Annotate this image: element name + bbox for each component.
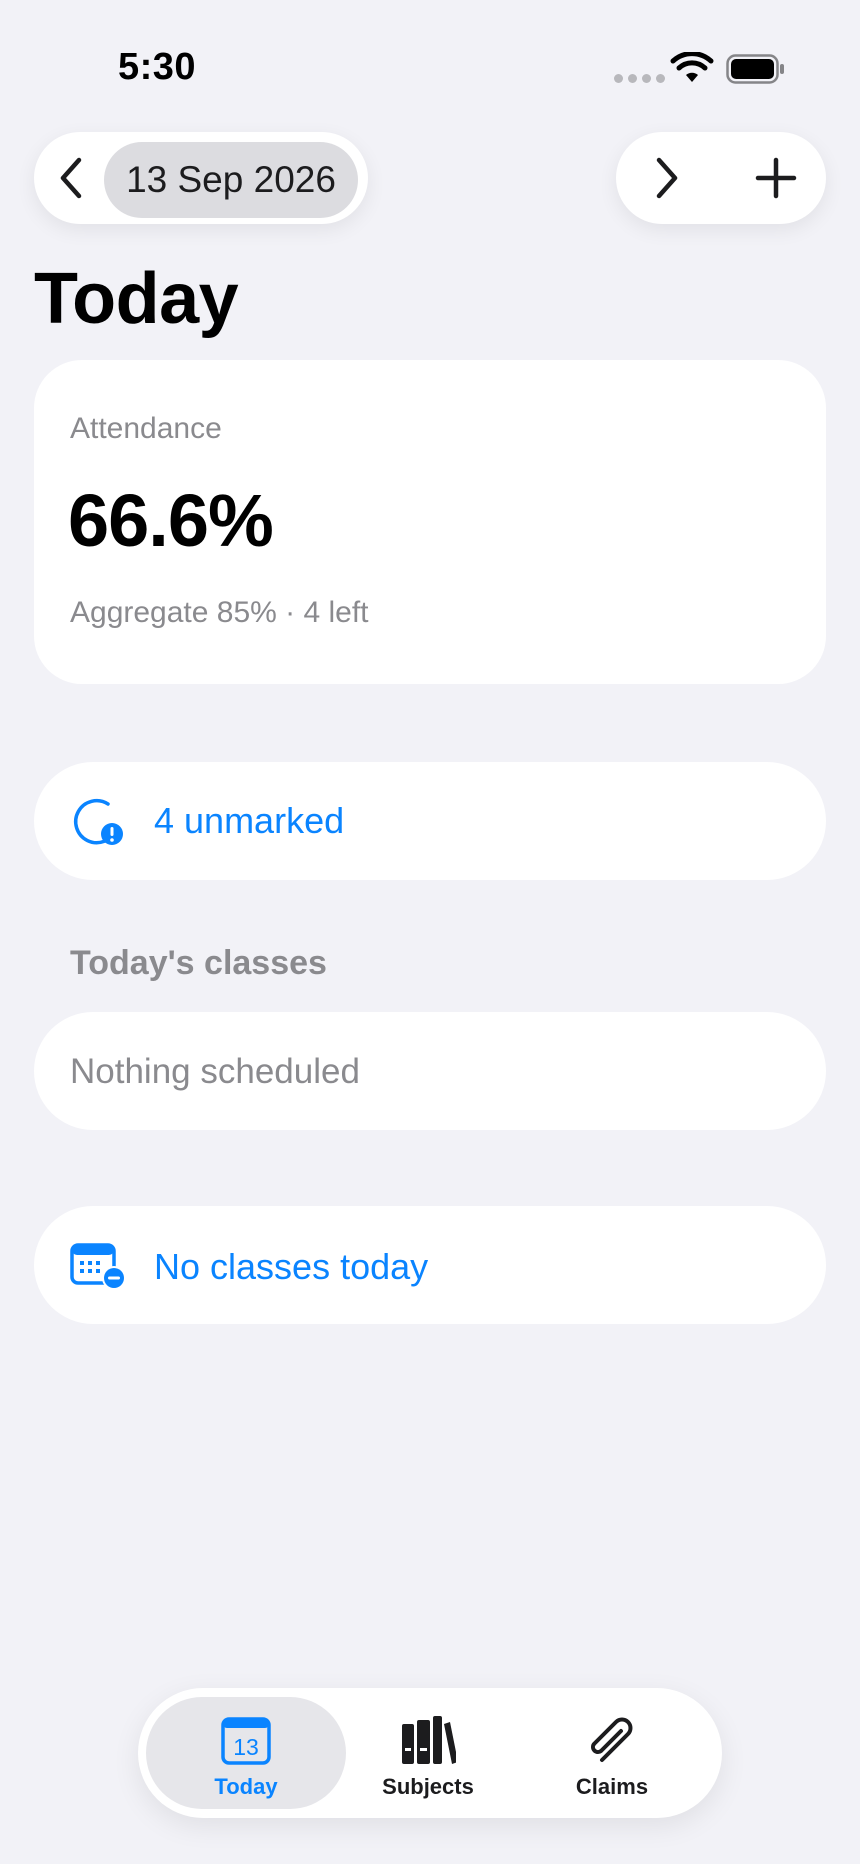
clock-badge-exclamation-icon bbox=[73, 798, 123, 845]
tab-claims[interactable]: Claims bbox=[522, 1700, 702, 1810]
books-icon bbox=[402, 1716, 456, 1764]
plus-icon bbox=[755, 157, 797, 199]
tab-today-label: Today bbox=[214, 1774, 278, 1799]
page-title: Today bbox=[34, 259, 239, 339]
attendance-aggregate-summary: Aggregate 85% · 4 left bbox=[70, 596, 369, 629]
status-time: 5:30 bbox=[118, 46, 197, 88]
unmarked-classes-button[interactable] bbox=[34, 762, 826, 880]
tab-subjects-label: Subjects bbox=[382, 1774, 474, 1799]
wifi-icon bbox=[670, 52, 714, 82]
calendar-13-icon: 13 bbox=[221, 1717, 271, 1765]
tab-subjects[interactable]: Subjects bbox=[338, 1700, 518, 1810]
todays-classes-header: Today's classes bbox=[70, 944, 327, 982]
next-day-button[interactable] bbox=[634, 146, 698, 210]
calendar-day-number: 13 bbox=[233, 1734, 259, 1760]
chevron-right-icon bbox=[656, 157, 678, 199]
no-classes-today-button[interactable] bbox=[34, 1206, 826, 1324]
tab-claims-label: Claims bbox=[575, 1774, 649, 1799]
battery-icon bbox=[726, 54, 784, 84]
paperclip-icon bbox=[591, 1717, 633, 1762]
unmarked-count-label: 4 unmarked bbox=[154, 800, 345, 841]
date-picker-button[interactable]: 13 Sep 2026 bbox=[104, 142, 358, 218]
tab-today[interactable]: 13 Today bbox=[156, 1700, 336, 1810]
no-classes-today-label: No classes today bbox=[154, 1246, 429, 1287]
attendance-label: Attendance bbox=[70, 412, 222, 445]
calendar-badge-minus-icon bbox=[70, 1243, 126, 1290]
chevron-left-icon bbox=[60, 157, 82, 199]
add-button[interactable] bbox=[744, 146, 808, 210]
nothing-scheduled-label: Nothing scheduled bbox=[70, 1052, 360, 1091]
previous-day-button[interactable] bbox=[40, 146, 104, 210]
cellular-signal-icon bbox=[614, 74, 665, 83]
attendance-percentage: 66.6% bbox=[68, 479, 274, 562]
